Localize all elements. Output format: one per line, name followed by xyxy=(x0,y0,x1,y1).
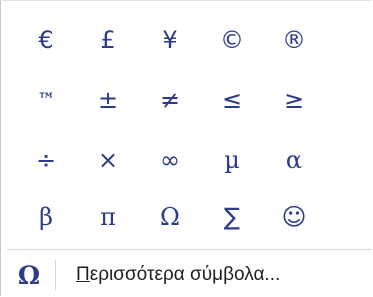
icon-separator xyxy=(55,260,56,290)
symbol-alpha[interactable]: α xyxy=(266,135,322,185)
symbol-divide[interactable]: ÷ xyxy=(18,135,74,185)
symbol-omega[interactable]: Ω xyxy=(142,192,198,242)
symbol-infinity[interactable]: ∞ xyxy=(142,135,198,185)
symbol-pi[interactable]: π xyxy=(80,192,136,242)
symbol-yen[interactable]: ¥ xyxy=(142,15,198,65)
symbol-micro[interactable]: µ xyxy=(204,135,260,185)
symbol-greater-equal[interactable]: ≥ xyxy=(266,75,322,125)
symbol-smiley[interactable]: ☺ xyxy=(266,192,322,242)
more-symbols-accelerator: Π xyxy=(76,264,90,285)
symbol-plus-minus[interactable]: ± xyxy=(80,75,136,125)
symbol-euro[interactable]: € xyxy=(18,15,74,65)
symbol-copyright[interactable]: © xyxy=(204,15,260,65)
symbol-beta[interactable]: β xyxy=(18,192,74,242)
omega-symbol-icon: Ω xyxy=(17,260,41,290)
symbol-less-equal[interactable]: ≤ xyxy=(204,75,260,125)
more-symbols-label: Περισσότερα σύμβολα... xyxy=(76,264,280,286)
symbol-pound[interactable]: £ xyxy=(80,15,136,65)
symbol-registered[interactable]: ® xyxy=(266,15,322,65)
symbol-dropdown-panel: € £ ¥ © ® ™ ± ≠ ≤ ≥ ÷ × ∞ µ α β π Ω ∑ ☺ … xyxy=(0,0,372,296)
symbol-not-equal[interactable]: ≠ xyxy=(142,75,198,125)
symbol-summation[interactable]: ∑ xyxy=(204,192,260,242)
menu-divider xyxy=(7,249,372,250)
symbol-trademark[interactable]: ™ xyxy=(18,75,74,125)
symbol-grid: € £ ¥ © ® ™ ± ≠ ≤ ≥ ÷ × ∞ µ α β π Ω ∑ ☺ xyxy=(1,1,372,246)
symbol-multiply[interactable]: × xyxy=(80,135,136,185)
more-symbols-button[interactable]: Ω Περισσότερα σύμβολα... xyxy=(1,255,372,295)
more-symbols-label-text: ερισσότερα σύμβολα... xyxy=(89,264,281,285)
